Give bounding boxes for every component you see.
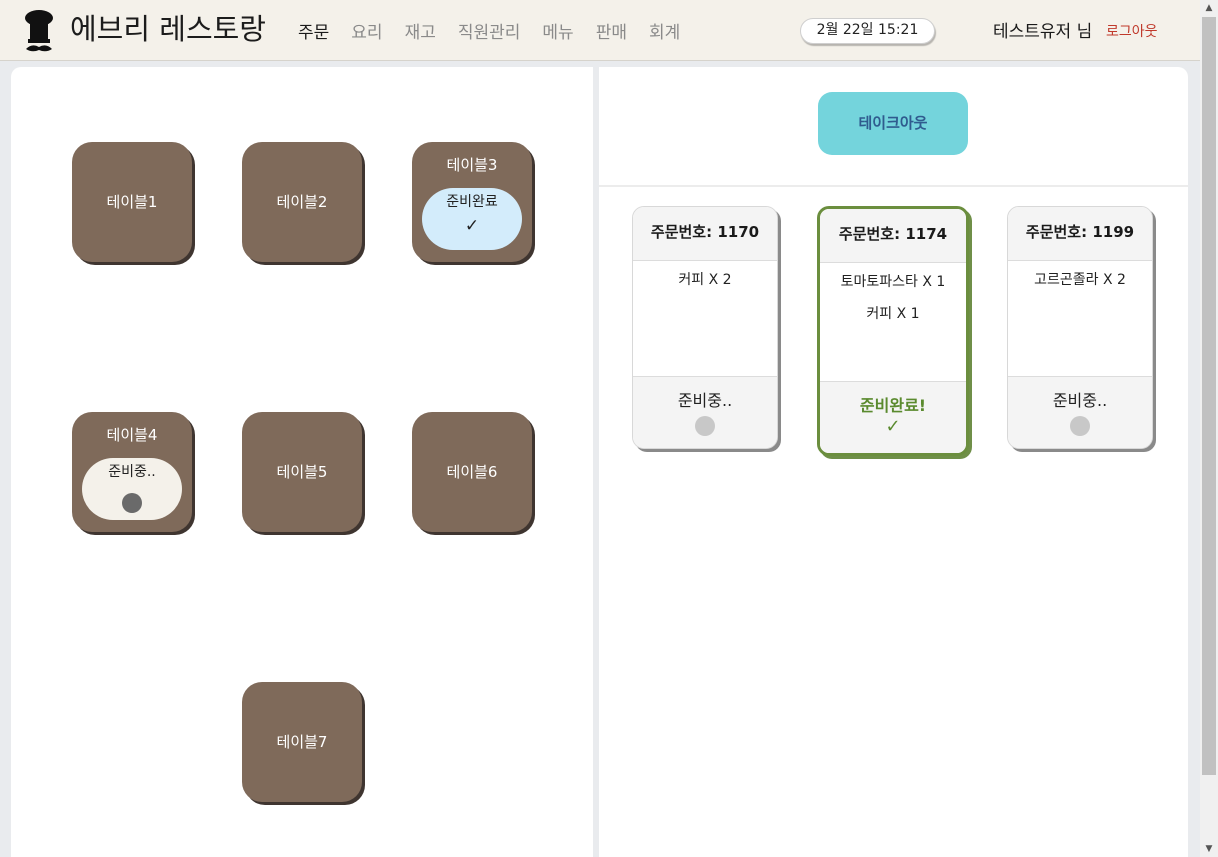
table-card-5[interactable]: 테이블5 bbox=[242, 412, 362, 532]
nav-item-inventory[interactable]: 재고 bbox=[405, 18, 436, 43]
order-status: 준비중.. bbox=[1008, 376, 1152, 448]
table-name: 테이블3 bbox=[446, 156, 498, 174]
user-name: 테스트유저 님 bbox=[993, 22, 1093, 42]
order-items: 토마토파스타 X 1 커피 X 1 bbox=[820, 271, 966, 335]
pending-dot-icon bbox=[1070, 416, 1090, 436]
order-item: 커피 X 2 bbox=[678, 272, 732, 288]
order-number: 주문번호: 1170 bbox=[633, 207, 777, 261]
order-number: 주문번호: 1199 bbox=[1008, 207, 1152, 261]
status-label: 준비중.. bbox=[108, 464, 156, 480]
pending-dot-icon bbox=[695, 416, 715, 436]
pending-dot-icon bbox=[122, 493, 142, 513]
order-item: 고르곤졸라 X 2 bbox=[1034, 272, 1126, 288]
order-items: 커피 X 2 bbox=[633, 269, 777, 301]
scroll-thumb[interactable] bbox=[1202, 17, 1216, 775]
table-name: 테이블1 bbox=[106, 193, 158, 211]
page-scrollbar[interactable]: ▲ ▼ bbox=[1200, 0, 1218, 857]
order-item: 토마토파스타 X 1 bbox=[840, 274, 946, 290]
nav-item-menu[interactable]: 메뉴 bbox=[542, 18, 573, 43]
check-icon: ✓ bbox=[464, 216, 480, 236]
nav-item-sales[interactable]: 판매 bbox=[596, 18, 627, 43]
table-card-1[interactable]: 테이블1 bbox=[72, 142, 192, 262]
status-label: 준비완료 bbox=[446, 194, 498, 210]
table-card-2[interactable]: 테이블2 bbox=[242, 142, 362, 262]
order-status-label: 준비완료! bbox=[859, 396, 927, 415]
order-card-1174[interactable]: 주문번호: 1174 토마토파스타 X 1 커피 X 1 준비완료! ✓ bbox=[817, 206, 969, 456]
top-header: 에브리 레스토랑 주문 요리 재고 직원관리 메뉴 판매 회계 2월 22일 1… bbox=[0, 0, 1200, 61]
order-status: 준비완료! ✓ bbox=[820, 381, 966, 453]
table-name: 테이블5 bbox=[276, 463, 328, 481]
table-card-7[interactable]: 테이블7 bbox=[242, 682, 362, 802]
order-item: 커피 X 1 bbox=[866, 306, 920, 322]
order-status: 준비중.. bbox=[633, 376, 777, 448]
table-panel: 테이블1 테이블2 테이블3 준비완료 ✓ 테이블4 준비중.. 테이블5 테이… bbox=[11, 67, 593, 857]
order-status-label: 준비중.. bbox=[677, 391, 733, 410]
order-number: 주문번호: 1174 bbox=[820, 209, 966, 263]
chef-hat-icon[interactable] bbox=[21, 9, 57, 53]
status-badge: 준비중.. bbox=[82, 458, 182, 520]
check-icon: ✓ bbox=[885, 416, 901, 437]
nav-item-cooking[interactable]: 요리 bbox=[351, 18, 382, 43]
table-card-6[interactable]: 테이블6 bbox=[412, 412, 532, 532]
divider bbox=[599, 185, 1188, 187]
brand-title[interactable]: 에브리 레스토랑 bbox=[70, 6, 266, 48]
logout-link[interactable]: 로그아웃 bbox=[1106, 21, 1158, 41]
nav-item-accounting[interactable]: 회계 bbox=[649, 18, 680, 43]
datetime-display: 2월 22일 15:21 bbox=[800, 18, 935, 44]
table-name: 테이블4 bbox=[106, 426, 158, 444]
takeout-button[interactable]: 테이크아웃 bbox=[818, 92, 968, 155]
main-nav: 주문 요리 재고 직원관리 메뉴 판매 회계 bbox=[298, 18, 702, 43]
nav-item-staff[interactable]: 직원관리 bbox=[458, 18, 521, 43]
order-card-1199[interactable]: 주문번호: 1199 고르곤졸라 X 2 준비중.. bbox=[1007, 206, 1153, 449]
order-card-1170[interactable]: 주문번호: 1170 커피 X 2 준비중.. bbox=[632, 206, 778, 449]
table-name: 테이블7 bbox=[276, 733, 328, 751]
takeout-panel: 테이크아웃 주문번호: 1170 커피 X 2 준비중.. 주문번호: 1174… bbox=[599, 67, 1188, 857]
table-card-3[interactable]: 테이블3 준비완료 ✓ bbox=[412, 142, 532, 262]
scroll-up-icon[interactable]: ▲ bbox=[1200, 0, 1218, 16]
order-status-label: 준비중.. bbox=[1052, 391, 1108, 410]
nav-item-orders[interactable]: 주문 bbox=[298, 18, 329, 43]
table-name: 테이블6 bbox=[446, 463, 498, 481]
order-items: 고르곤졸라 X 2 bbox=[1008, 269, 1152, 301]
table-name: 테이블2 bbox=[276, 193, 328, 211]
status-badge: 준비완료 ✓ bbox=[422, 188, 522, 250]
scroll-down-icon[interactable]: ▼ bbox=[1200, 841, 1218, 857]
table-card-4[interactable]: 테이블4 준비중.. bbox=[72, 412, 192, 532]
